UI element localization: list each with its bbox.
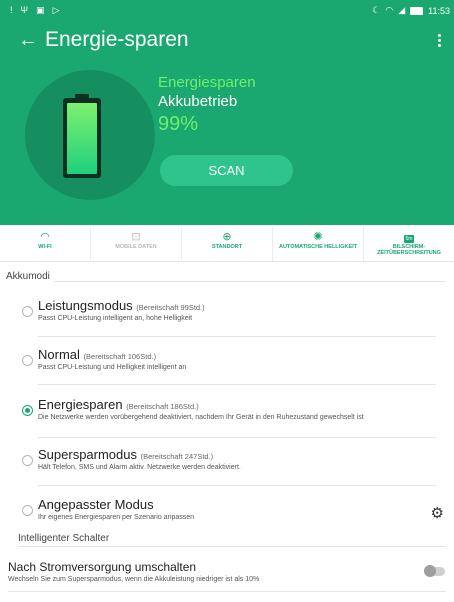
mode-description: Passt CPU-Leistung intelligent an, hohe … [38, 315, 193, 322]
mode-option-normal[interactable]: Normal (Bereitschaft 106Std.) Passt CPU-… [0, 347, 454, 387]
toggle-mobile-data[interactable]: ⊡ MOBILE DATEN [91, 227, 182, 261]
scan-button[interactable]: SCAN [160, 155, 293, 186]
mode-title: Normal (Bereitschaft 106Std.) [38, 347, 156, 362]
brightness-icon: ✺ [313, 231, 323, 243]
section-intelligent: Intelligenter Schalter [18, 533, 110, 544]
current-mode-label: Energiesparen [158, 74, 256, 91]
mode-standby-hint: (Bereitschaft 186Std.) [126, 402, 199, 411]
status-bar: ! Ψ ▣ ▷ ☾ ◠ ◢ 11:53 [0, 0, 454, 22]
divider [38, 384, 436, 385]
moon-icon: ☾ [372, 5, 381, 15]
usb-icon: Ψ [20, 5, 29, 15]
mode-title: Supersparmodus (Bereitschaft 247Std.) [38, 447, 213, 462]
gallery-icon: ▣ [36, 5, 45, 15]
section-divider [18, 546, 446, 547]
toggle-screen-timeout[interactable]: 5m BILSCHIRM-ZEITÜBERSCHREITUNG [364, 227, 454, 261]
gear-icon[interactable]: ⚙ [431, 504, 444, 522]
mode-name: Supersparmodus [38, 447, 137, 462]
warning-icon: ! [10, 5, 13, 15]
app-bar: ← Energie-sparen [0, 22, 454, 62]
toggle-location[interactable]: ⊕ STANDORT [182, 227, 273, 261]
switch-description: Wechseln Sie zum Supersparmodus, wenn di… [8, 576, 260, 583]
screen-timeout-icon: 5m [403, 235, 415, 243]
mode-name: Energiesparen [38, 397, 123, 412]
switch-title: Nach Stromversorgung umschalten [8, 560, 197, 574]
toggle-knob [424, 565, 436, 577]
status-time: 11:53 [428, 5, 450, 16]
mode-title: Angepasster Modus [38, 497, 154, 512]
quick-toggles-bar: ◠ WI-FI ⊡ MOBILE DATEN ⊕ STANDORT ✺ AUTO… [0, 227, 454, 262]
wifi-icon: ◠ [385, 5, 394, 15]
battery-level-icon [63, 94, 101, 178]
signal-icon: ◢ [398, 5, 406, 15]
mobile-data-icon: ⊡ [131, 231, 141, 243]
power-source-label: Akkubetrieb [158, 93, 238, 110]
divider [38, 485, 436, 486]
arrow-left-icon[interactable]: ← [18, 26, 38, 54]
toggle-label: STANDORT [211, 244, 243, 250]
radio-angepasster-modus[interactable] [22, 505, 33, 516]
mode-option-angepasster-modus[interactable]: Angepasster Modus Ihr eigenes Energiespa… [0, 497, 454, 537]
divider [38, 437, 436, 438]
section-divider [54, 281, 446, 282]
toggle-auto-brightness[interactable]: ✺ AUTOMATISCHE HELLIGKEIT [273, 227, 364, 261]
mode-standby-hint: (Bereitschaft 99Std.) [136, 303, 205, 312]
location-icon: ⊕ [222, 231, 232, 243]
battery-percent: 99% [158, 113, 199, 135]
mode-standby-hint: (Bereitschaft 247Std.) [140, 452, 214, 461]
stromversorgung-toggle[interactable] [424, 565, 445, 577]
mode-title: Energiesparen (Bereitschaft 186Std.) [38, 397, 199, 412]
mode-name: Angepasster Modus [38, 497, 154, 512]
mode-description: Ihr eigenes Energiesparen per Szenario a… [38, 514, 195, 521]
toggle-label: BILSCHIRM-ZEITÜBERSCHREITUNG [377, 244, 441, 256]
play-icon: ▷ [52, 5, 60, 15]
page-title: Energie-sparen [45, 28, 189, 51]
mode-description: Hält Telefon, SMS und Alarm aktiv. Netzw… [38, 464, 241, 471]
wifi-icon: ◠ [40, 231, 50, 243]
kebab-icon[interactable] [438, 34, 442, 47]
mode-option-leistungsmodus[interactable]: Leistungsmodus (Bereitschaft 99Std.) Pas… [0, 298, 454, 338]
mode-description: Passt CPU-Leistung und Helligkeit intell… [38, 364, 187, 371]
mode-description: Die Netzwerke werden vorübergehend deakt… [38, 414, 364, 421]
battery-icon [410, 6, 424, 15]
toggle-wifi[interactable]: ◠ WI-FI [0, 227, 91, 261]
toggle-label: MOBILE DATEN [115, 244, 157, 250]
toggle-label: AUTOMATISCHE HELLIGKEIT [278, 244, 358, 250]
radio-supersparmodus[interactable] [22, 455, 33, 466]
header-panel: ! Ψ ▣ ▷ ☾ ◠ ◢ 11:53 ← Energie-sparen Ene… [0, 0, 454, 225]
divider [8, 591, 446, 592]
mode-standby-hint: (Bereitschaft 106Std.) [83, 352, 157, 361]
divider [38, 336, 436, 337]
mode-title: Leistungsmodus (Bereitschaft 99Std.) [38, 298, 205, 313]
section-akkumodi: Akkumodi [6, 271, 50, 282]
radio-normal[interactable] [22, 355, 33, 366]
radio-energiesparen[interactable] [22, 405, 33, 416]
toggle-label: WI-FI [38, 244, 52, 250]
mode-option-energiesparen[interactable]: Energiesparen (Bereitschaft 186Std.) Die… [0, 397, 454, 437]
radio-leistungsmodus[interactable] [22, 306, 33, 317]
mode-name: Leistungsmodus [38, 298, 133, 313]
mode-option-supersparmodus[interactable]: Supersparmodus (Bereitschaft 247Std.) Hä… [0, 447, 454, 487]
mode-name: Normal [38, 347, 80, 362]
